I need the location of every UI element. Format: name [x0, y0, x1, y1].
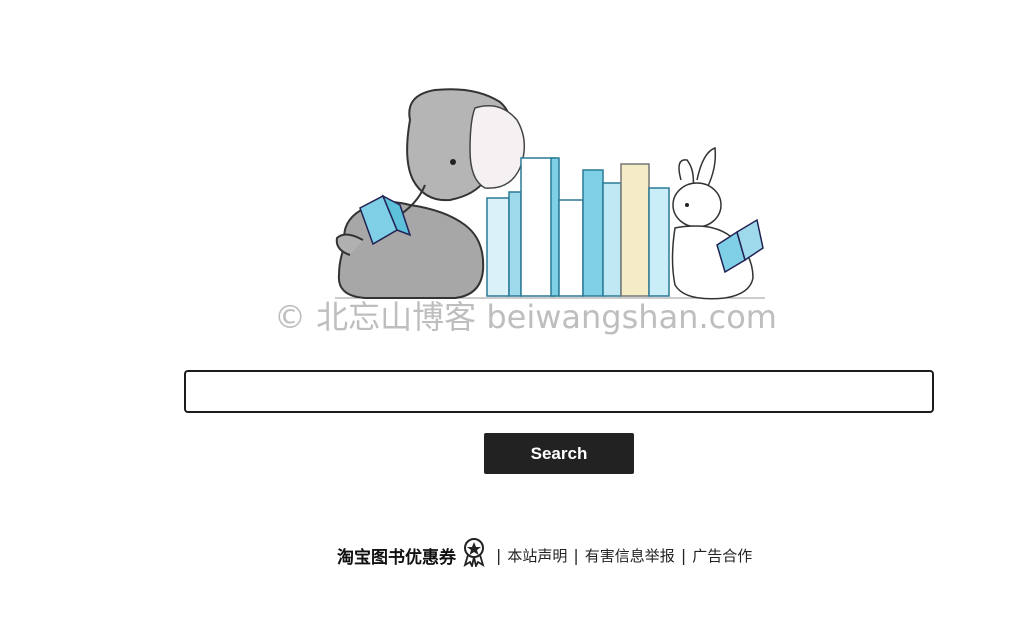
footer-separator: |: [573, 545, 579, 565]
promo-link-taobao-book-coupon[interactable]: 淘宝图书优惠券: [337, 543, 456, 568]
footer-separator: |: [496, 545, 502, 565]
bookshelf-books: [486, 157, 670, 297]
footer-link-ad-cooperation[interactable]: 广告合作: [692, 545, 752, 566]
footer-separator: |: [680, 545, 687, 565]
footer-links: 淘宝图书优惠券 | 本站声明 | 有害信息举报 | 广告合作: [337, 535, 752, 575]
footer-link-site-statement[interactable]: 本站声明: [507, 545, 567, 566]
watermark-text: © 北忘山博客 beiwangshan.com: [274, 298, 777, 336]
search-input[interactable]: [184, 370, 934, 413]
footer-link-harmful-info-report[interactable]: 有害信息举报: [585, 545, 675, 566]
hero-illustration: [335, 88, 765, 300]
search-button[interactable]: Search: [484, 433, 634, 474]
badge-icon: [462, 537, 486, 569]
bunny-reading: [671, 146, 764, 300]
